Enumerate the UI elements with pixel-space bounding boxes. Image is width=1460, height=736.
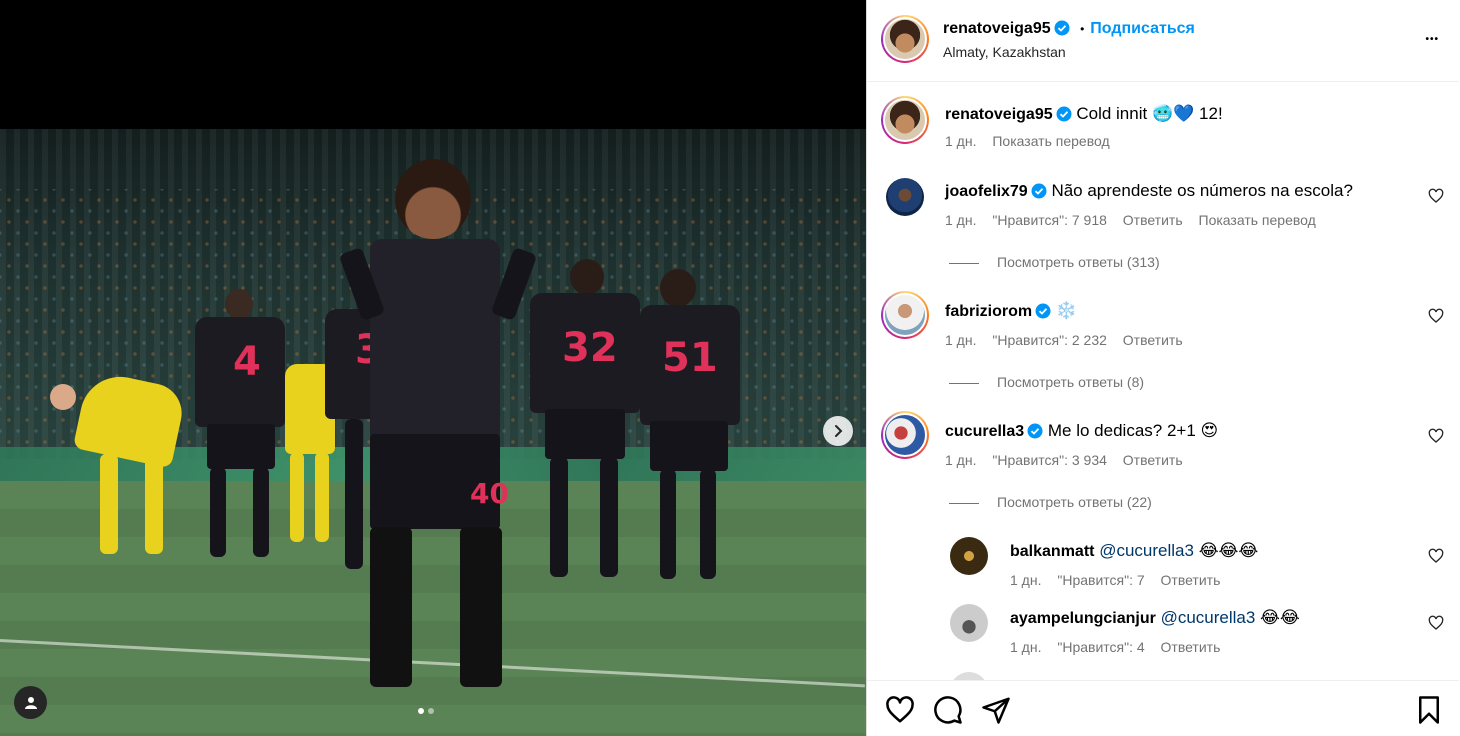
- heart-icon[interactable]: [1428, 308, 1444, 324]
- verified-icon: [1056, 106, 1072, 122]
- view-replies-button[interactable]: Посмотреть ответы (22): [949, 494, 1152, 510]
- post-header: renatoveiga95 • Подписаться Almaty, Kazak…: [867, 0, 1459, 82]
- follow-button[interactable]: Подписаться: [1090, 20, 1195, 37]
- post-sidebar: renatoveiga95 • Подписаться Almaty, Kazak…: [866, 0, 1460, 736]
- likes-count[interactable]: "Нравится": 7 918: [992, 212, 1107, 228]
- comments-list[interactable]: renatoveiga95 Cold innit 🥶💙 12! 1 дн. По…: [867, 82, 1459, 680]
- verified-icon: [1027, 423, 1043, 439]
- comment-icon[interactable]: [933, 695, 963, 725]
- reply-button[interactable]: Ответить: [1123, 452, 1183, 468]
- translate-button[interactable]: Показать перевод: [1199, 212, 1316, 228]
- post-actions: [867, 680, 1459, 736]
- next-slide-button[interactable]: [823, 416, 853, 446]
- view-replies-button[interactable]: Посмотреть ответы (313): [949, 254, 1160, 270]
- comment: fabriziorom ❄️: [945, 301, 1078, 321]
- likes-count[interactable]: "Нравится": 2 232: [992, 332, 1107, 348]
- heart-icon[interactable]: [1428, 548, 1444, 564]
- avatar[interactable]: [950, 672, 988, 680]
- avatar[interactable]: [883, 293, 927, 337]
- avatar[interactable]: [883, 98, 927, 142]
- carousel-dot: [428, 708, 434, 714]
- user-tag-icon: [24, 696, 37, 709]
- reply-button[interactable]: Ответить: [1161, 639, 1221, 655]
- author-username[interactable]: renatoveiga95: [943, 20, 1051, 37]
- heart-icon[interactable]: [1428, 428, 1444, 444]
- heart-icon[interactable]: [1428, 188, 1444, 204]
- reply: ayampelungcianjur @cucurella3 😂😂: [1010, 608, 1300, 628]
- comment-time[interactable]: 1 дн.: [945, 133, 976, 149]
- caption: renatoveiga95 Cold innit 🥶💙 12!: [945, 104, 1223, 124]
- comment: joaofelix79 Não aprendeste os números na…: [945, 181, 1353, 200]
- chevron-right-icon: [835, 425, 843, 437]
- likes-count[interactable]: "Нравится": 7: [1057, 572, 1144, 588]
- share-icon[interactable]: [981, 695, 1011, 725]
- translate-button[interactable]: Показать перевод: [992, 133, 1109, 149]
- heart-icon[interactable]: [885, 695, 915, 725]
- avatar[interactable]: [950, 537, 988, 575]
- avatar[interactable]: [883, 413, 927, 457]
- post-photo[interactable]: 4 3 32 51 40: [0, 129, 866, 736]
- bookmark-icon[interactable]: [1414, 695, 1444, 725]
- reply-button[interactable]: Ответить: [1123, 332, 1183, 348]
- avatar[interactable]: [950, 604, 988, 642]
- reply-button[interactable]: Ответить: [1123, 212, 1183, 228]
- view-replies-button[interactable]: Посмотреть ответы (8): [949, 374, 1144, 390]
- likes-count[interactable]: "Нравится": 3 934: [992, 452, 1107, 468]
- tagged-users-button[interactable]: [14, 686, 47, 719]
- post-location[interactable]: Almaty, Kazakhstan: [943, 44, 1066, 60]
- comment: cucurella3 Me lo dedicas? 2+1 😍: [945, 421, 1219, 441]
- reply-button[interactable]: Ответить: [1161, 572, 1221, 588]
- carousel-dot: [418, 708, 424, 714]
- post-media: 4 3 32 51 40: [0, 0, 866, 736]
- heart-icon[interactable]: [1428, 615, 1444, 631]
- likes-count[interactable]: "Нравится": 4: [1057, 639, 1144, 655]
- avatar[interactable]: [886, 178, 924, 216]
- verified-icon: [1035, 303, 1051, 319]
- verified-icon: [1054, 20, 1070, 36]
- avatar[interactable]: [883, 17, 927, 61]
- more-icon[interactable]: •••: [1425, 34, 1439, 45]
- verified-icon: [1031, 183, 1047, 199]
- reply: balkanmatt @cucurella3 😂😂😂: [1010, 541, 1259, 561]
- carousel-dots: [418, 708, 434, 714]
